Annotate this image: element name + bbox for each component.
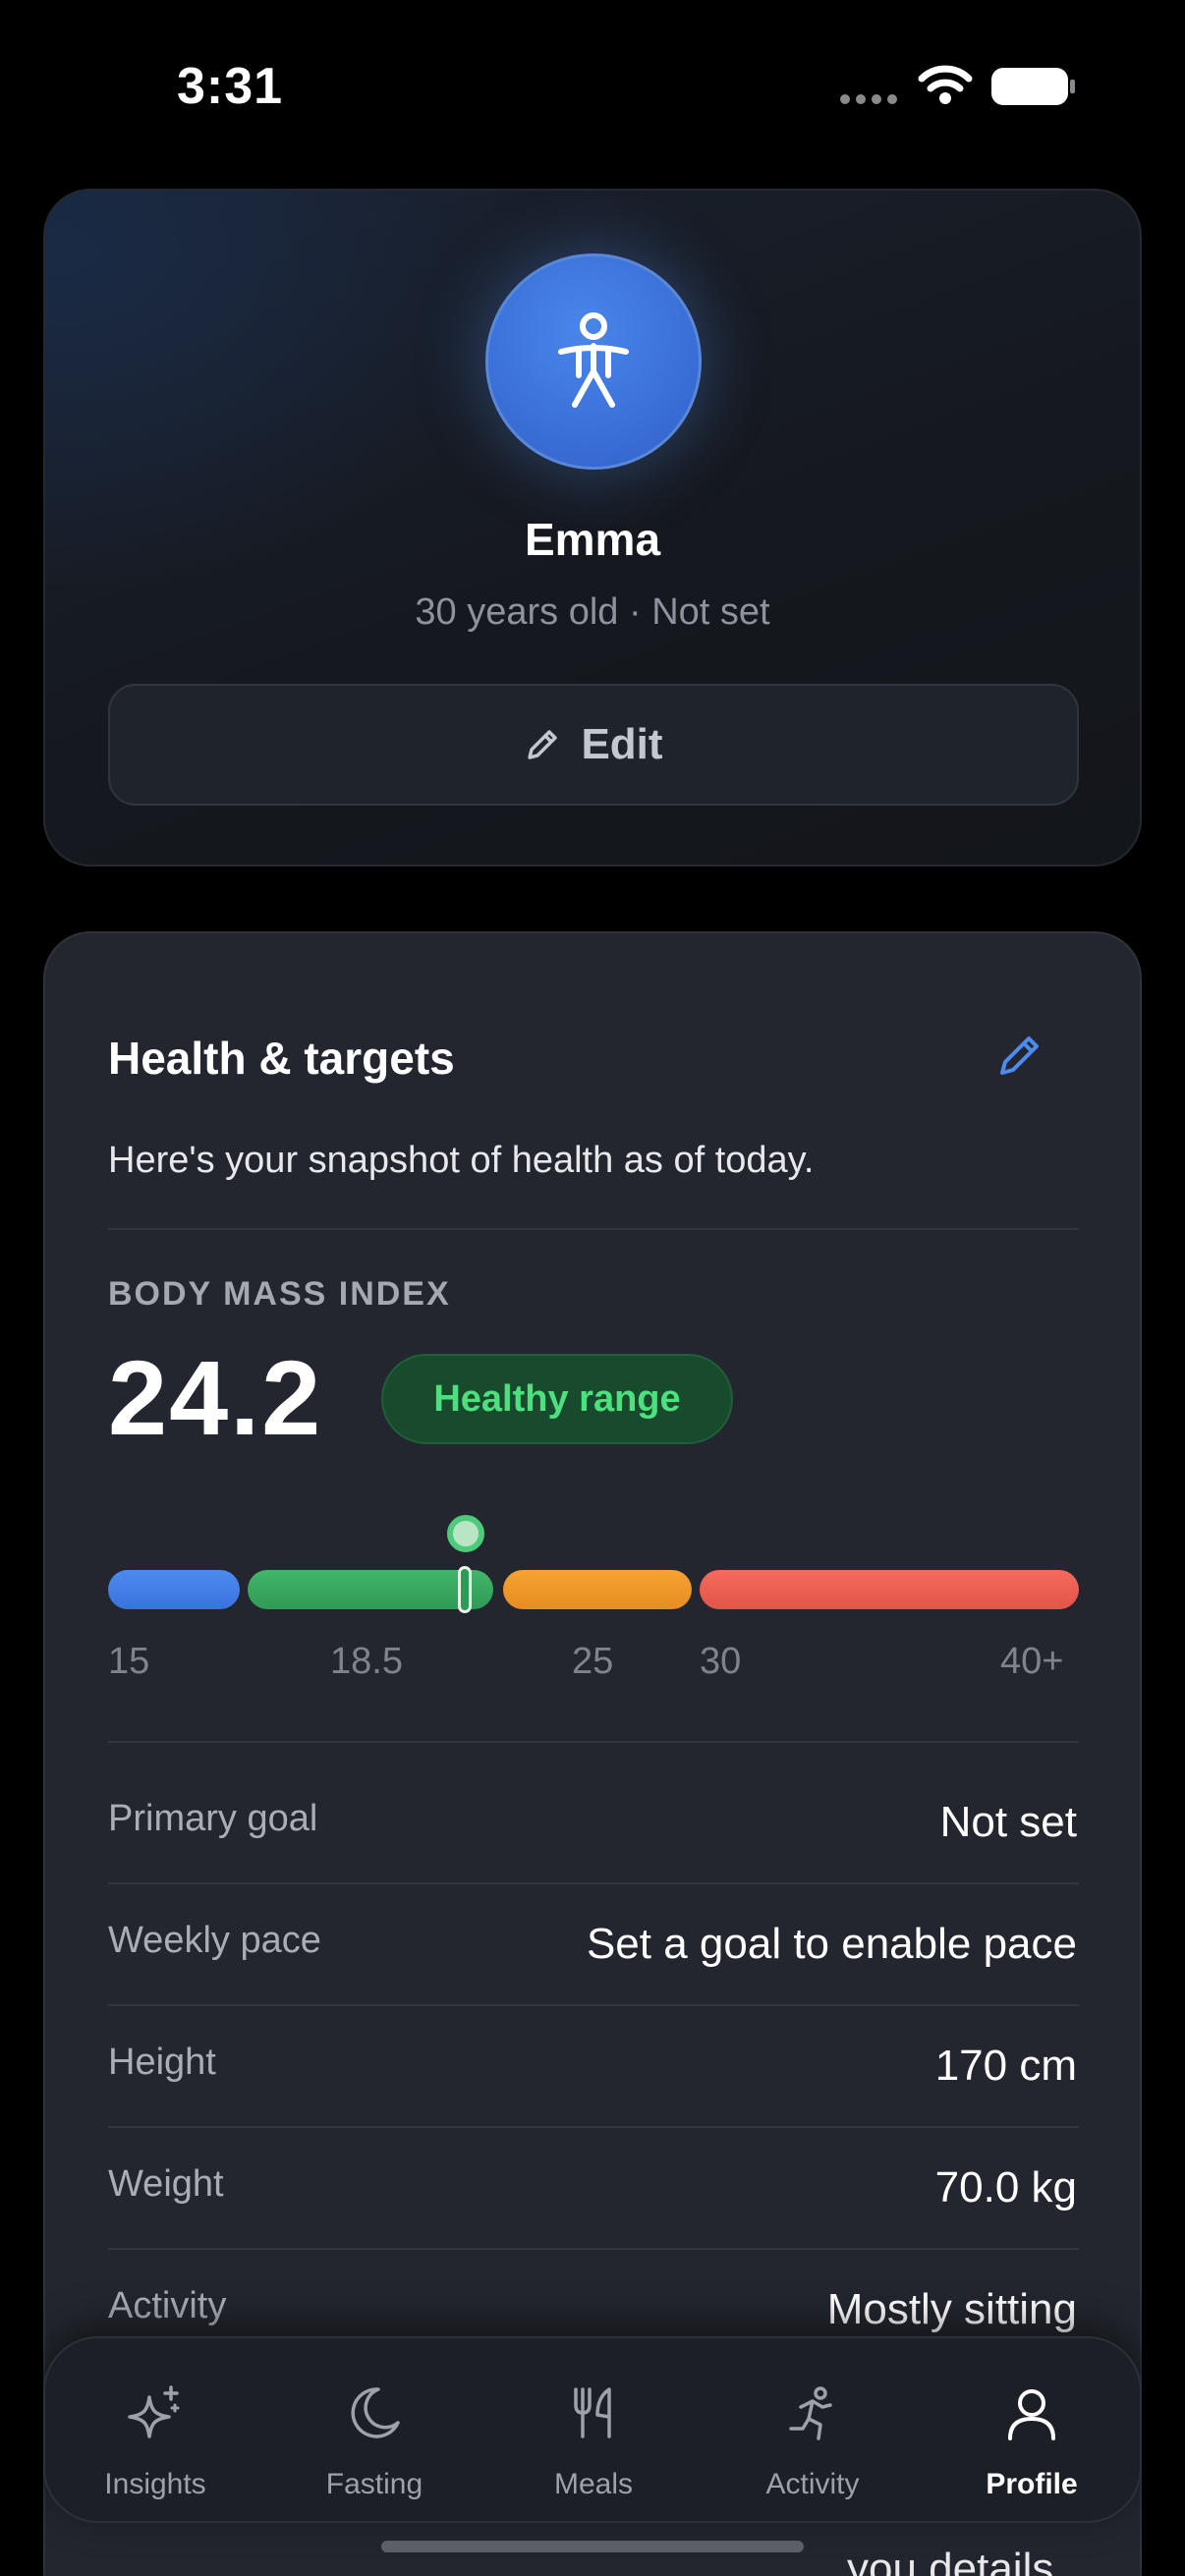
divider: [108, 1228, 1079, 1230]
divider: [108, 2126, 1079, 2128]
primary-goal-value[interactable]: Not set: [940, 1798, 1077, 1847]
bmi-segment-healthy: [248, 1570, 493, 1609]
profile-name: Emma: [524, 514, 661, 565]
tab-insights[interactable]: Insights: [57, 2338, 254, 2525]
bmi-tick-15: 15: [108, 1641, 150, 1682]
weekly-pace-label: Weekly pace: [108, 1920, 321, 1961]
tab-meals[interactable]: Meals: [495, 2338, 692, 2525]
weight-value[interactable]: 70.0 kg: [935, 2163, 1077, 2212]
bmi-tick-25: 25: [572, 1641, 614, 1682]
bmi-tick-40: 40+: [1000, 1641, 1064, 1682]
bmi-tick-30: 30: [700, 1641, 742, 1682]
divider: [108, 1882, 1079, 1884]
bmi-value: 24.2: [108, 1338, 323, 1457]
bmi-marker-dot: [447, 1515, 484, 1552]
battery-icon: [991, 68, 1075, 105]
bmi-scale: [108, 1515, 1079, 1613]
cellular-signal-icon: [840, 94, 897, 104]
tab-label: Insights: [104, 2468, 206, 2500]
edit-health-pencil-icon[interactable]: [994, 1030, 1045, 1081]
height-label: Height: [108, 2042, 216, 2083]
tab-label: Meals: [553, 2468, 634, 2500]
activity-value[interactable]: Mostly sitting: [827, 2285, 1077, 2334]
weekly-pace-value[interactable]: Set a goal to enable pace: [587, 1920, 1077, 1969]
running-icon: [789, 2386, 832, 2440]
tab-label: Activity: [765, 2468, 860, 2500]
edit-profile-button[interactable]: Edit: [108, 684, 1079, 806]
tab-bar: Insights Fasting Meals Activity Profile: [43, 2336, 1142, 2523]
tab-profile[interactable]: Profile: [933, 2338, 1130, 2525]
wifi-icon: [918, 65, 973, 104]
tab-fasting[interactable]: Fasting: [276, 2338, 473, 2525]
scrolled-content-text: you details: [847, 2545, 1054, 2576]
divider: [108, 2248, 1079, 2250]
edit-button-label: Edit: [581, 720, 663, 768]
avatar[interactable]: [485, 253, 702, 470]
tab-label: Fasting: [325, 2468, 423, 2500]
profile-card: Emma 30 years old · Not set Edit: [43, 189, 1142, 867]
profile-subtitle: 30 years old · Not set: [415, 591, 770, 633]
weight-label: Weight: [108, 2163, 224, 2205]
home-indicator[interactable]: [381, 2541, 804, 2552]
primary-goal-label: Primary goal: [108, 1798, 318, 1839]
divider: [108, 2004, 1079, 2006]
bmi-label: BODY MASS INDEX: [108, 1275, 451, 1313]
bmi-marker-line: [458, 1566, 472, 1613]
divider: [108, 1741, 1079, 1743]
activity-label: Activity: [108, 2285, 227, 2326]
height-value[interactable]: 170 cm: [935, 2042, 1077, 2091]
bmi-segment-overweight: [503, 1570, 692, 1609]
bmi-segment-obese: [700, 1570, 1079, 1609]
sparkles-icon: [128, 2385, 180, 2438]
person-figure-icon: [558, 312, 629, 408]
health-description: Here's your snapshot of health as of tod…: [108, 1140, 815, 1181]
bmi-status-badge: Healthy range: [381, 1354, 733, 1444]
person-icon: [1008, 2389, 1055, 2440]
bmi-segment-underweight: [108, 1570, 240, 1609]
health-targets-card: Health & targets Here's your snapshot of…: [43, 931, 1142, 2576]
status-bar: 3:31: [0, 0, 1185, 177]
bmi-tick-18-5: 18.5: [330, 1641, 403, 1682]
fork-knife-icon: [574, 2387, 611, 2438]
status-time: 3:31: [177, 58, 284, 115]
pencil-icon: [528, 730, 558, 759]
health-card-title: Health & targets: [108, 1033, 455, 1084]
moon-icon: [351, 2387, 400, 2438]
tab-label: Profile: [986, 2468, 1078, 2500]
tab-activity[interactable]: Activity: [714, 2338, 911, 2525]
